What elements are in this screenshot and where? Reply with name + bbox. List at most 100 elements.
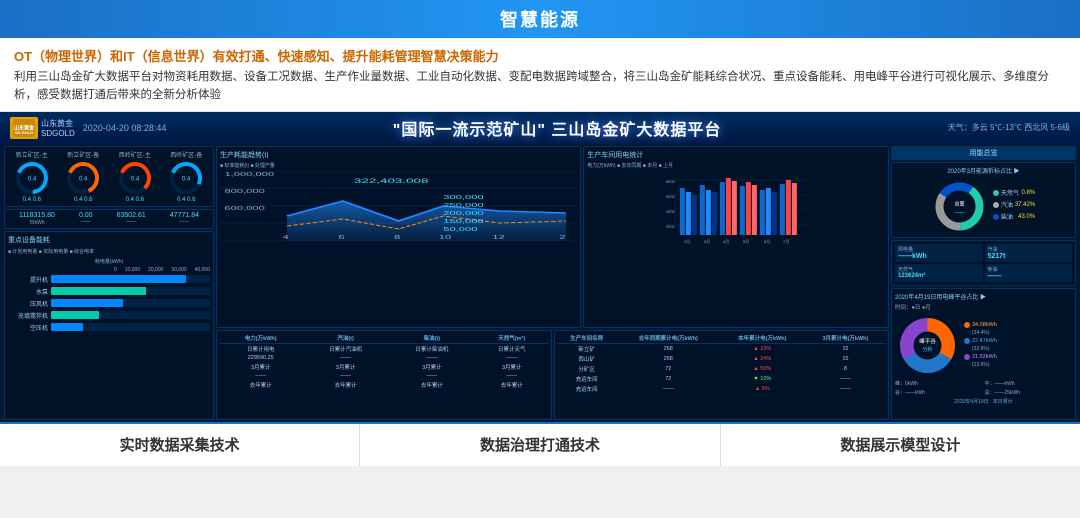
kwh-item-1: 1118315.80 日kWh <box>19 212 55 226</box>
gauge-xinli-main: 新立矿区-主 0.4 0.4 0.6 <box>7 150 57 203</box>
middle-panel: 生产耗能趋势(t) ■ 标准能耗(t) ■ 处理产量 <box>216 146 889 420</box>
legend-qiyou: 汽油 37.42% <box>993 200 1035 209</box>
footer-item-display[interactable]: 数据展示模型设计 <box>721 424 1080 466</box>
company-name: 山东黄金SDGOLD <box>41 118 75 138</box>
svg-text:300,000: 300,000 <box>443 194 484 200</box>
bar-item-yafenji: 压风机 <box>8 299 210 308</box>
svg-text:0.4: 0.4 <box>28 176 37 182</box>
svg-text:600,000: 600,000 <box>224 205 265 211</box>
dashboard-main-title: "国际一流示范矿山" 三山岛金矿大数据平台 <box>166 116 947 140</box>
svg-text:总量: 总量 <box>954 200 964 207</box>
legend-chaiyou: 柴油 43.0% <box>993 212 1035 221</box>
svg-text:150,000: 150,000 <box>443 218 484 224</box>
gauge-xiling-backup: 西岭矿区-备 0.4 0.4 0.6 <box>162 150 212 203</box>
dashboard: 山东黄金 SD·GOLD 山东黄金SDGOLD 2020-04-20 08:28… <box>0 112 1080 422</box>
legend-dot-qiyou <box>993 202 999 208</box>
svg-text:250,000: 250,000 <box>443 202 484 208</box>
legend-tianranqi: 天然气 0.8% <box>993 188 1035 197</box>
stat-weekly-power: 周电量 ——kWh <box>895 244 983 262</box>
kwh-item-2: 0.00 —— <box>79 212 93 226</box>
footer-text-governance: 数据治理打通技术 <box>480 434 600 455</box>
svg-text:322,403.008: 322,403.008 <box>354 178 429 184</box>
right-stats: 周电量 ——kWh 汽油 5217t 天然气 123624m³ 柴油 —— <box>891 240 1076 286</box>
intro-title: OT（物理世界）和IT（信息世界）有效打通、快速感知、提升能耗管理智慧决策能力 <box>14 46 1066 65</box>
kwh-item-4: 47771.84 —— <box>170 212 199 226</box>
right-panel: 用能总览 2020年3月能源折标占比 ▶ 总量 —— <box>891 146 1076 420</box>
svg-text:2000: 2000 <box>666 224 676 229</box>
svg-text:12: 12 <box>492 234 505 240</box>
kwh-item-3: 63502.61 —— <box>117 212 146 226</box>
svg-text:0.4: 0.4 <box>79 176 88 182</box>
svg-text:4: 4 <box>283 234 289 240</box>
svg-text:6: 6 <box>338 234 344 240</box>
intro-body: 利用三山岛金矿大数据平台对物资耗用数据、设备工况数据、生产作业量数据、工业自动化… <box>14 68 1066 105</box>
dashboard-weather: 天气：多云 5℃-13℃ 西北风 5-6级 <box>948 122 1070 133</box>
energy-table: 电力(万kWh) 汽油(t) 柴油(t) 天然气(m³) 日累计用电 日累计汽油… <box>216 330 552 420</box>
legend-dot-tianranqi <box>993 190 999 196</box>
footer-item-realtime[interactable]: 实时数据采集技术 <box>0 424 360 466</box>
stat-natural-gas: 天然气 123624m³ <box>895 264 983 282</box>
stat-diesel: 柴油 —— <box>985 264 1073 282</box>
gauge-row: 新立矿区-主 0.4 0.4 0.6 新立矿区-备 0.4 <box>4 146 214 207</box>
svg-text:1,000,000: 1,000,000 <box>224 171 274 177</box>
dashboard-header: 山东黄金 SD·GOLD 山东黄金SDGOLD 2020-04-20 08:28… <box>0 112 1080 144</box>
energy-data-table: 电力(万kWh) 汽油(t) 柴油(t) 天然气(m³) 日累计用电 日累计汽油… <box>219 333 549 390</box>
legend-dot-chaiyou <box>993 214 999 220</box>
svg-text:200,000: 200,000 <box>443 210 484 216</box>
donut-legend: 天然气 0.8% 汽油 37.42% 柴油 43.0 <box>993 188 1035 224</box>
chart-bottom-row: 电力(万kWh) 汽油(t) 柴油(t) 天然气(m³) 日累计用电 日累计汽油… <box>216 330 889 420</box>
svg-text:3月: 3月 <box>704 239 710 244</box>
page-header: 智慧能源 <box>0 0 1080 38</box>
svg-text:50,000: 50,000 <box>443 226 477 232</box>
svg-text:5月: 5月 <box>743 239 749 244</box>
svg-text:2月: 2月 <box>684 239 690 244</box>
company-logo: 山东黄金 SD·GOLD <box>10 117 38 139</box>
svg-text:峰平谷: 峰平谷 <box>919 337 936 345</box>
intro-section: OT（物理世界）和IT（信息世界）有效打通、快速感知、提升能耗管理智慧决策能力 … <box>0 38 1080 112</box>
chart-top-row: 生产耗能趋势(t) ■ 标准能耗(t) ■ 处理产量 <box>216 146 889 328</box>
area-chart-panel: 生产耗能趋势(t) ■ 标准能耗(t) ■ 处理产量 <box>216 146 581 328</box>
peak-valley-panel: 2020年4月19日用电峰平谷占比 ▶ 时间：●日 ●月 峰平谷 分析 <box>891 288 1076 420</box>
donut-panel: 2020年3月能源折标占比 ▶ 总量 —— <box>891 162 1076 238</box>
dashboard-datetime: 2020-04-20 08:28:44 <box>83 123 167 133</box>
svg-text:0.4: 0.4 <box>182 176 191 182</box>
footer: 实时数据采集技术 数据治理打通技术 数据展示模型设计 <box>0 422 1080 466</box>
page-title: 智慧能源 <box>500 10 580 30</box>
dashboard-content: 新立矿区-主 0.4 0.4 0.6 新立矿区-备 0.4 <box>0 144 1080 422</box>
footer-item-governance[interactable]: 数据治理打通技术 <box>360 424 720 466</box>
bar-item-chongtianjiaobanjia: 充填搅拌机 <box>8 311 210 320</box>
svg-text:2: 2 <box>559 234 565 240</box>
right-top-label: 用能总览 <box>891 146 1076 160</box>
bar-item-shuibeng: 水泵 <box>8 287 210 296</box>
gauge-xinli-backup: 新立矿区-备 0.4 0.4 0.6 <box>59 150 109 203</box>
gauge-xiling-main: 西岭矿区-主 0.4 0.4 0.6 <box>110 150 160 203</box>
svg-text:4000: 4000 <box>666 209 676 214</box>
donut-title: 2020年3月能源折标占比 ▶ <box>947 166 1019 175</box>
equipment-bars: 提升机 水泵 压风机 <box>8 275 210 332</box>
svg-text:8: 8 <box>394 234 400 240</box>
svg-text:SD·GOLD: SD·GOLD <box>15 130 34 135</box>
bar-item-tishengji: 提升机 <box>8 275 210 284</box>
donut-chart: 总量 —— <box>932 179 987 234</box>
bar-item-kongya: 空压机 <box>8 323 210 332</box>
equipment-bar-panel: 重点设备能耗 ■ 计划用电量 ■ 实际用电量 ■ 综合电率 耗电量(kWh) 0… <box>4 231 214 420</box>
mine-table: 生产车间名称 去年同期累计电(万kWh) 本年累计电(万kWh) 3月累计电(万… <box>554 330 890 420</box>
svg-text:800,000: 800,000 <box>224 188 265 194</box>
svg-text:6月: 6月 <box>764 239 770 244</box>
footer-text-display: 数据展示模型设计 <box>840 434 960 455</box>
left-panel: 新立矿区-主 0.4 0.4 0.6 新立矿区-备 0.4 <box>4 146 214 420</box>
vbar-chart-panel: 生产车间用电统计 电力(万kWh) ■ 去年同期 ■ 本月 ■ 上月 8000 … <box>583 146 889 328</box>
svg-text:6000: 6000 <box>666 194 676 199</box>
peak-title: 2020年4月19日用电峰平谷占比 ▶ <box>895 292 1072 301</box>
svg-text:分析: 分析 <box>922 346 932 353</box>
svg-text:——: —— <box>954 209 964 215</box>
mine-data-table: 生产车间名称 去年同期累计电(万kWh) 本年累计电(万kWh) 3月累计电(万… <box>557 333 887 394</box>
svg-text:8000: 8000 <box>666 179 676 184</box>
svg-text:10: 10 <box>439 234 452 240</box>
stat-gasoline: 汽油 5217t <box>985 244 1073 262</box>
svg-text:7月: 7月 <box>783 239 789 244</box>
svg-text:0.4: 0.4 <box>131 176 140 182</box>
footer-text-realtime: 实时数据采集技术 <box>120 434 240 455</box>
kwh-row: 1118315.80 日kWh 0.00 —— 63502.61 —— 4777… <box>4 209 214 229</box>
svg-text:4月: 4月 <box>723 239 729 244</box>
